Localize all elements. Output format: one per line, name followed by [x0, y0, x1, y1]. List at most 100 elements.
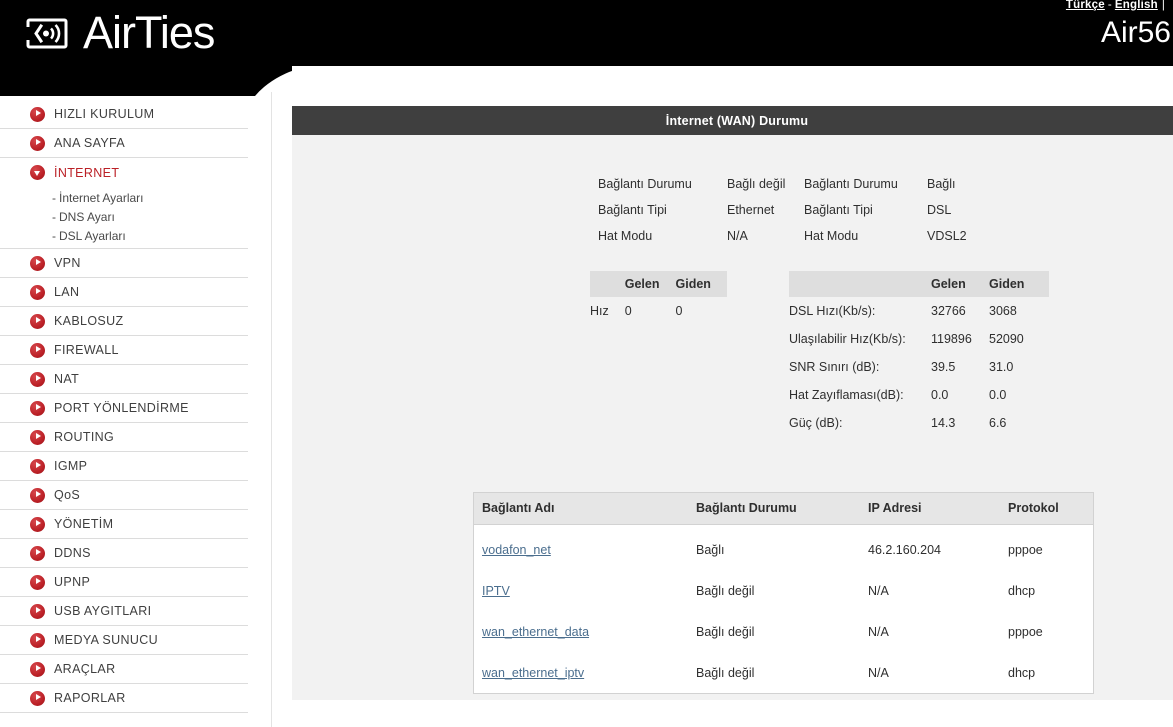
- sidebar-nav: HIZLI KURULUM ANA SAYFA İNTERNET - İnternet …: [0, 100, 248, 713]
- wan-status-summary: Bağlantı Durumu Bağlı değil Bağlantı Tip…: [292, 135, 1173, 249]
- sidebar-item-usb-aygitlari[interactable]: USB AYGITLARI: [0, 597, 248, 626]
- eth-speed-header-row: Gelen Giden: [590, 271, 727, 297]
- connection-name-link[interactable]: wan_ethernet_data: [482, 625, 589, 639]
- sidebar-item-label: VPN: [54, 256, 81, 270]
- sidebar-item-label: ARAÇLAR: [54, 662, 116, 676]
- wan-status-panel: İnternet (WAN) Durumu Bağlantı Durumu Ba…: [292, 106, 1173, 700]
- sidebar-item-label: UPNP: [54, 575, 91, 589]
- dsl-speed-cell-label: DSL Hızı(Kb/s):: [789, 304, 876, 318]
- panel-body: Bağlantı Durumu Bağlı değil Bağlantı Tip…: [292, 135, 1173, 700]
- sidebar-item-nat[interactable]: NAT: [0, 365, 248, 394]
- eth-speed-cell-out: 0: [675, 304, 683, 318]
- eth-speed-cell-in: 0: [624, 304, 632, 318]
- dsl-conn-type-value: DSL: [927, 203, 952, 217]
- connections-table-header-row: Bağlantı Adı Bağlantı Durumu IP Adresi Prot…: [474, 493, 1093, 525]
- sidebar-item-araçlar[interactable]: ARAÇLAR: [0, 655, 248, 684]
- dsl-speed-row: SNR Sınırı (dB): 39.5 31.0: [789, 353, 1049, 381]
- dsl-status-block: Bağlantı Durumu Bağlı Bağlantı Tipi DSL …: [804, 171, 967, 249]
- dsl-speed-row: Ulaşılabilir Hız(Kb/s): 119896 52090: [789, 325, 1049, 353]
- connection-name-link[interactable]: vodafon_net: [482, 543, 551, 557]
- connection-protocol-cell: pppoe: [1008, 543, 1043, 557]
- connection-name-link[interactable]: wan_ethernet_iptv: [482, 666, 584, 680]
- table-row: wan_ethernet_data Bağlı değil N/A pppoe: [474, 611, 1093, 652]
- chevron-right-circle-icon: [30, 255, 45, 271]
- dsl-speed-cell-in: 14.3: [931, 416, 956, 430]
- connection-protocol-cell: dhcp: [1008, 584, 1036, 598]
- sidebar-item-i̇nternet[interactable]: İNTERNET: [0, 158, 248, 187]
- language-english-link[interactable]: English: [1115, 0, 1158, 11]
- dsl-speed-cell-in: 32766: [931, 304, 966, 318]
- sidebar-item-label: YÖNETİM: [54, 517, 114, 531]
- dsl-speed-header-in: Gelen: [931, 271, 989, 297]
- sidebar-item-hizli-kurulum[interactable]: HIZLI KURULUM: [0, 100, 248, 129]
- sidebar-submenu: - İnternet Ayarları - DNS Ayarı - DSL Ayarlar…: [0, 187, 248, 249]
- sidebar-item-label: İNTERNET: [54, 165, 120, 180]
- panel-title: İnternet (WAN) Durumu: [292, 106, 1173, 135]
- sidebar-item-kablosuz[interactable]: KABLOSUZ: [0, 307, 248, 336]
- connection-ip-cell: N/A: [868, 666, 889, 680]
- connections-header-0: Bağlantı Adı: [474, 493, 688, 525]
- chevron-right-circle-icon: [30, 661, 45, 677]
- connection-status-cell: Bağlı değil: [696, 625, 755, 639]
- chevron-right-circle-icon: [30, 574, 45, 590]
- sidebar-subitem-dns-ayarı[interactable]: - DNS Ayarı: [0, 207, 248, 226]
- chevron-down-circle-icon: [30, 165, 45, 180]
- dsl-conn-status-value: Bağlı: [927, 177, 956, 191]
- chevron-right-circle-icon: [30, 458, 45, 474]
- dsl-line-mode-value: VDSL2: [927, 229, 967, 243]
- sidebar-item-lan[interactable]: LAN: [0, 278, 248, 307]
- connection-ip-cell: 46.2.160.204: [868, 543, 941, 557]
- ethernet-line-mode-label: Hat Modu: [598, 229, 653, 243]
- sidebar-item-upnp[interactable]: UPNP: [0, 568, 248, 597]
- ethernet-line-mode-value: N/A: [727, 229, 748, 243]
- connection-protocol-cell: pppoe: [1008, 625, 1043, 639]
- sidebar-item-label: HIZLI KURULUM: [54, 107, 155, 121]
- dsl-speed-cell-out: 6.6: [989, 416, 1007, 430]
- dsl-speed-cell-label: Hat Zayıflaması(dB):: [789, 388, 904, 402]
- top-header-bar: AirTies Air56 Türkçe - English |: [0, 0, 1173, 96]
- sidebar-item-label: LAN: [54, 285, 80, 299]
- header-swoosh-fill: [292, 66, 1173, 96]
- chevron-right-circle-icon: [30, 106, 45, 122]
- sidebar-item-label: KABLOSUZ: [54, 314, 124, 328]
- sidebar-item-firewall[interactable]: FIREWALL: [0, 336, 248, 365]
- ethernet-conn-type-value: Ethernet: [727, 203, 775, 217]
- connection-name-link[interactable]: IPTV: [482, 584, 510, 598]
- ethernet-conn-status-value: Bağlı değil: [727, 177, 786, 191]
- sidebar-item-qos[interactable]: QoS: [0, 481, 248, 510]
- chevron-right-circle-icon: [30, 284, 45, 300]
- dsl-speed-cell-out: 52090: [989, 332, 1024, 346]
- dsl-speed-cell-out: 3068: [989, 304, 1017, 318]
- language-switcher: Türkçe - English |: [1066, 0, 1165, 11]
- chevron-right-circle-icon: [30, 371, 45, 387]
- sidebar-item-medya-sunucu[interactable]: MEDYA SUNUCU: [0, 626, 248, 655]
- sidebar-item-label: USB AYGITLARI: [54, 604, 152, 618]
- sidebar-item-routing[interactable]: ROUTING: [0, 423, 248, 452]
- sidebar-item-ddns[interactable]: DDNS: [0, 539, 248, 568]
- sidebar-item-ana-sayfa[interactable]: ANA SAYFA: [0, 129, 248, 158]
- sidebar-item-vpn[interactable]: VPN: [0, 249, 248, 278]
- table-row: vodafon_net Bağlı 46.2.160.204 pppoe: [474, 525, 1093, 571]
- dsl-speed-table: Gelen Giden DSL Hızı(Kb/s): 32766 3068 Ulaşıl…: [789, 271, 1049, 437]
- sidebar-subitem-dsl-ayarları[interactable]: - DSL Ayarları: [0, 226, 248, 245]
- connections-header-3: Protokol: [1000, 493, 1093, 525]
- language-turkish-link[interactable]: Türkçe: [1066, 0, 1105, 11]
- dsl-speed-row: DSL Hızı(Kb/s): 32766 3068: [789, 297, 1049, 325]
- chevron-right-circle-icon: [30, 313, 45, 329]
- ethernet-conn-status-label: Bağlantı Durumu: [598, 177, 692, 191]
- sidebar-item-label: QoS: [54, 488, 81, 502]
- connection-ip-cell: N/A: [868, 625, 889, 639]
- dsl-speed-header-out: Giden: [989, 271, 1049, 297]
- sidebar-item-igmp[interactable]: IGMP: [0, 452, 248, 481]
- sidebar-item-yöneti̇m[interactable]: YÖNETİM: [0, 510, 248, 539]
- dsl-conn-status-label: Bağlantı Durumu: [804, 177, 898, 191]
- brand-name: AirTies: [83, 7, 215, 58]
- sidebar-item-raporlar[interactable]: RAPORLAR: [0, 684, 248, 713]
- sidebar-subitem-i̇nternet-ayarları[interactable]: - İnternet Ayarları: [0, 188, 248, 207]
- ethernet-conn-type-label: Bağlantı Tipi: [598, 203, 667, 217]
- connection-name-cell: vodafon_net: [474, 525, 688, 571]
- connections-header-2: IP Adresi: [860, 493, 1000, 525]
- airties-wifi-logo-icon: [25, 18, 68, 48]
- connection-name-cell: wan_ethernet_iptv: [474, 652, 688, 693]
- sidebar-item-port-yönlendi̇rme[interactable]: PORT YÖNLENDİRME: [0, 394, 248, 423]
